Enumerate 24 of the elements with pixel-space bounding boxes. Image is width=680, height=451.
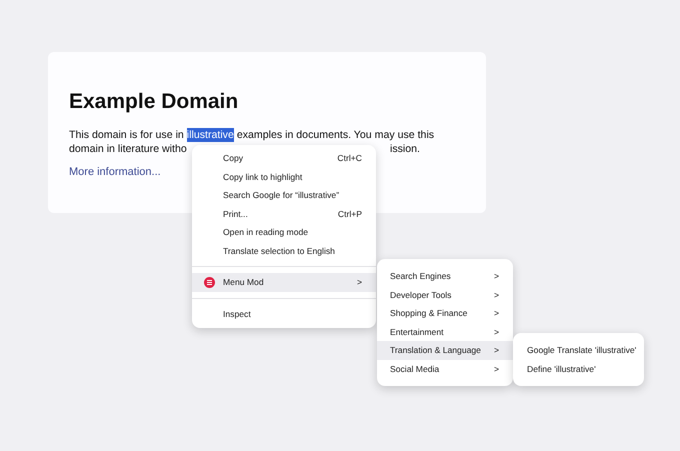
menu-item[interactable]: Search Google for “illustrative”	[192, 186, 376, 204]
paragraph-text: ission.	[390, 142, 420, 156]
menu-item[interactable]: Define 'illustrative'	[513, 360, 644, 378]
paragraph-text: This domain is for use in	[69, 128, 185, 142]
menu-item[interactable]: Copy Ctrl+C	[192, 149, 376, 168]
menu-item[interactable]: Entertainment >	[377, 322, 513, 341]
menu-item[interactable]: Menu Mod >	[192, 273, 376, 292]
menu-item[interactable]: Shopping & Finance >	[377, 304, 513, 322]
menu-mod-icon	[204, 276, 215, 288]
menu-item[interactable]: Print... Ctrl+P	[192, 204, 376, 223]
menu-item[interactable]: Copy link to highlight	[192, 168, 376, 186]
paragraph-text: domain in literature witho	[69, 142, 187, 156]
menu-item[interactable]: Google Translate 'illustrative'	[513, 341, 644, 360]
menu-item[interactable]: Social Media >	[377, 360, 513, 378]
menu-item[interactable]: Developer Tools >	[377, 286, 513, 304]
paragraph-text: examples in documents. You may use this	[236, 128, 434, 142]
menu-item[interactable]: Translation & Language >	[377, 341, 513, 360]
menu-item[interactable]: Translate selection to English	[192, 242, 376, 260]
menu-item[interactable]: Search Engines >	[377, 267, 513, 286]
more-information-link[interactable]: More information...	[69, 166, 161, 178]
menu-item[interactable]: Inspect	[192, 304, 376, 323]
page-title: Example Domain	[69, 89, 240, 115]
menu-item[interactable]: Open in reading mode	[192, 223, 376, 242]
selected-text: illustrative	[186, 128, 234, 142]
